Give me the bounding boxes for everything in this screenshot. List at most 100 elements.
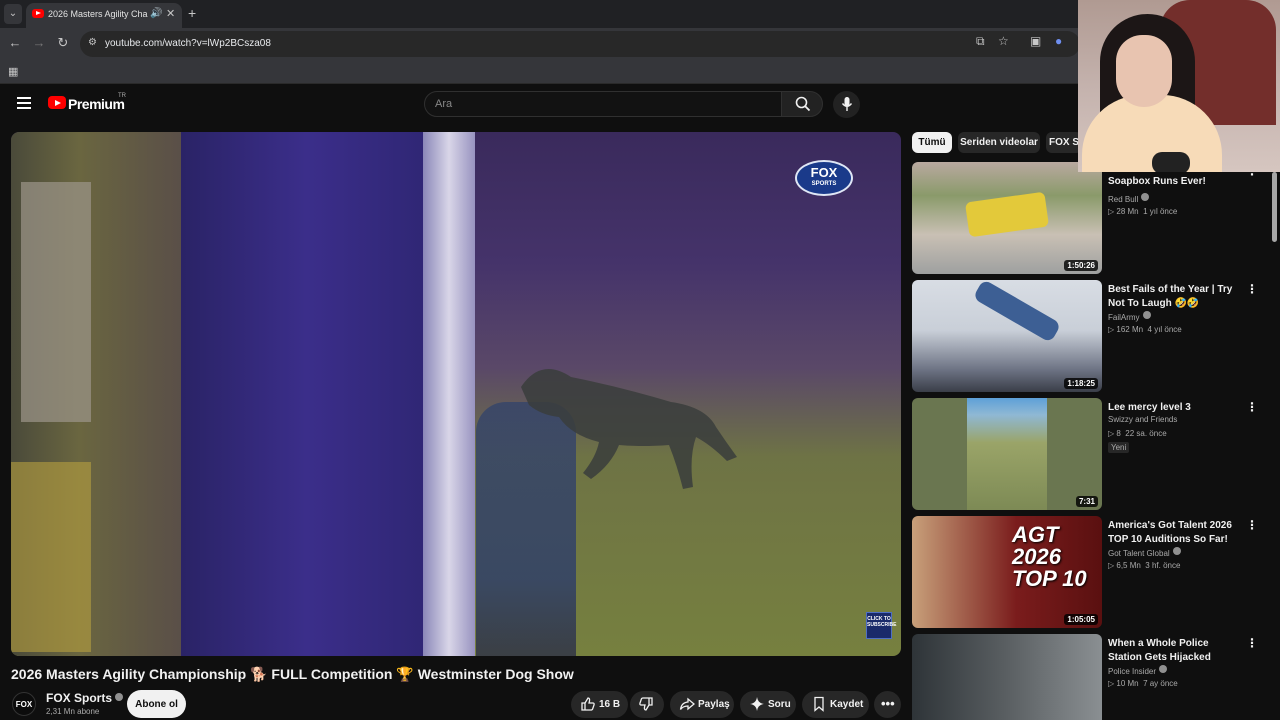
video-duration: 1:50:26	[1064, 260, 1098, 271]
video-duration: 7:31	[1075, 496, 1098, 507]
video-title[interactable]: Best Fails of the Year | Try Not To Laug…	[1108, 283, 1238, 311]
more-vertical-icon[interactable]: ⋮	[1246, 636, 1258, 650]
speaker-icon[interactable]: 🔊	[150, 8, 162, 19]
tab-search-button[interactable]: ⌄	[4, 4, 22, 24]
verified-icon	[1142, 311, 1151, 319]
browser-tab[interactable]: 2026 Masters Agility Championship 🐕 FULL…	[26, 3, 182, 28]
video-thumbnail[interactable]: 1:50:26	[912, 162, 1102, 274]
video-player[interactable]: FOX SPORTS CLICK TO SUBSCRIBE	[11, 132, 901, 656]
recommendation-item[interactable]: 1:18:25 Best Fails of the Year | Try Not…	[912, 280, 1262, 392]
channel-name-label[interactable]: Got Talent Global	[1108, 549, 1170, 558]
webcam-microphone	[1152, 152, 1190, 172]
menu-icon[interactable]	[17, 97, 31, 109]
search-placeholder: Ara	[435, 98, 453, 110]
falling-person	[972, 280, 1062, 344]
close-tab-icon[interactable]: ✕	[166, 7, 175, 20]
video-thumbnail[interactable]: AGT 2026 TOP 10 1:05:05	[912, 516, 1102, 628]
dog-silhouette	[521, 369, 737, 489]
microphone-icon	[841, 97, 853, 111]
video-meta: ▷ 8 22 sa. önce	[1108, 429, 1167, 438]
more-vertical-icon[interactable]: ⋮	[1246, 282, 1258, 296]
subscribe-watermark-button[interactable]: CLICK TO SUBSCRIBE	[866, 612, 896, 639]
search-icon	[795, 96, 811, 112]
new-badge: Yeni	[1108, 442, 1130, 453]
apps-grid-icon[interactable]: ▦	[8, 65, 18, 78]
recommendation-item[interactable]: When a Whole Police Station Gets Hijacke…	[912, 634, 1262, 720]
channel-name[interactable]: FOX Sports	[46, 691, 124, 705]
recommendation-item[interactable]: AGT 2026 TOP 10 1:05:05 America's Got Ta…	[912, 516, 1262, 628]
youtube-logo-icon[interactable]	[48, 96, 66, 109]
upload-age: 3 hf. önce	[1145, 561, 1181, 570]
more-actions-button[interactable]: •••	[874, 691, 901, 718]
bookmark-icon	[814, 696, 824, 712]
view-count: 28 Mn	[1116, 207, 1139, 216]
back-icon[interactable]: ←	[6, 34, 24, 52]
video-frame-blur	[21, 182, 91, 422]
recommendation-item[interactable]: 7:31 Lee mercy level 3 Swizzy and Friend…	[912, 398, 1262, 510]
channel-avatar[interactable]: FOX	[12, 692, 36, 716]
share-button[interactable]: Paylaş	[670, 691, 734, 718]
channel-name-label[interactable]: FailArmy	[1108, 313, 1140, 322]
save-label: Kaydet	[830, 699, 864, 710]
search-button[interactable]	[781, 91, 823, 117]
bookmark-star-icon[interactable]: ☆	[998, 34, 1009, 48]
video-title[interactable]: America's Got Talent 2026 TOP 10 Auditio…	[1108, 519, 1238, 547]
address-bar[interactable]: ⚙ youtube.com/watch?v=lWp2BCsza08	[80, 31, 1080, 57]
fox-sports-watermark: FOX SPORTS	[795, 160, 853, 196]
reload-icon[interactable]: ↻	[54, 34, 72, 52]
view-count: 162 Mn	[1116, 325, 1144, 334]
webcam-overlay	[1078, 0, 1280, 172]
save-button[interactable]: Kaydet	[802, 691, 869, 718]
chip-series[interactable]: Seriden videolar	[958, 132, 1040, 153]
more-horizontal-icon: •••	[881, 696, 895, 711]
sidebar-scrollbar[interactable]	[1272, 172, 1277, 242]
verified-icon	[1159, 665, 1168, 673]
video-duration: 1:18:25	[1064, 378, 1098, 389]
chip-fox-sports[interactable]: FOX S	[1046, 132, 1082, 153]
video-frame-blur	[11, 462, 91, 652]
subscribe-button[interactable]: Abone ol	[127, 690, 186, 718]
chip-all[interactable]: Tümü	[912, 132, 952, 153]
video-title[interactable]: Lee mercy level 3	[1108, 401, 1238, 415]
forward-icon[interactable]: →	[30, 34, 48, 52]
channel-name-label[interactable]: FOX Sports	[46, 691, 112, 705]
channel-name[interactable]: Got Talent Global	[1108, 547, 1181, 558]
video-title[interactable]: When a Whole Police Station Gets Hijacke…	[1108, 637, 1238, 665]
channel-name[interactable]: Red Bull	[1108, 193, 1150, 204]
webcam-person-face	[1116, 35, 1172, 107]
ask-label: Soru	[768, 699, 791, 710]
search-input[interactable]: Ara	[424, 91, 782, 117]
sparkle-icon	[750, 697, 764, 711]
video-meta: ▷ 10 Mn 7 ay önce	[1108, 679, 1178, 688]
site-info-icon[interactable]: ⚙	[88, 37, 97, 48]
view-count: 6,5 Mn	[1116, 561, 1141, 570]
more-vertical-icon[interactable]: ⋮	[1246, 518, 1258, 532]
install-app-icon[interactable]: ⧉	[976, 34, 985, 49]
url-text[interactable]: youtube.com/watch?v=lWp2BCsza08	[105, 38, 271, 49]
video-meta: ▷ 28 Mn 1 yıl önce	[1108, 207, 1178, 216]
thumbs-down-icon	[639, 697, 653, 711]
video-duration: 1:05:05	[1064, 614, 1098, 625]
brand-label[interactable]: Premium	[68, 96, 125, 112]
new-tab-button[interactable]: +	[188, 5, 196, 21]
channel-name[interactable]: Police Insider	[1108, 665, 1168, 676]
profile-icon[interactable]: ●	[1055, 34, 1062, 48]
channel-name-label[interactable]: Red Bull	[1108, 195, 1138, 204]
verified-icon	[1141, 193, 1150, 201]
view-count: 10 Mn	[1116, 679, 1139, 688]
extensions-icon[interactable]: ▣	[1030, 34, 1041, 48]
video-thumbnail[interactable]	[912, 634, 1102, 720]
video-thumbnail[interactable]: 7:31	[912, 398, 1102, 510]
channel-name[interactable]: Swizzy and Friends	[1108, 415, 1177, 424]
voice-search-button[interactable]	[833, 91, 860, 118]
ask-button[interactable]: Soru	[740, 691, 796, 718]
dislike-button[interactable]	[630, 691, 664, 718]
video-title[interactable]: Soapbox Runs Ever!	[1108, 175, 1238, 189]
recommendation-item[interactable]: 1:50:26 Soapbox Runs Ever! Red Bull ▷ 28…	[912, 162, 1262, 274]
more-vertical-icon[interactable]: ⋮	[1246, 400, 1258, 414]
channel-name[interactable]: FailArmy	[1108, 311, 1151, 322]
video-title: 2026 Masters Agility Championship 🐕 FULL…	[11, 666, 574, 682]
channel-name-label[interactable]: Police Insider	[1108, 667, 1156, 676]
like-button[interactable]: 16 B	[571, 691, 628, 718]
video-thumbnail[interactable]: 1:18:25	[912, 280, 1102, 392]
